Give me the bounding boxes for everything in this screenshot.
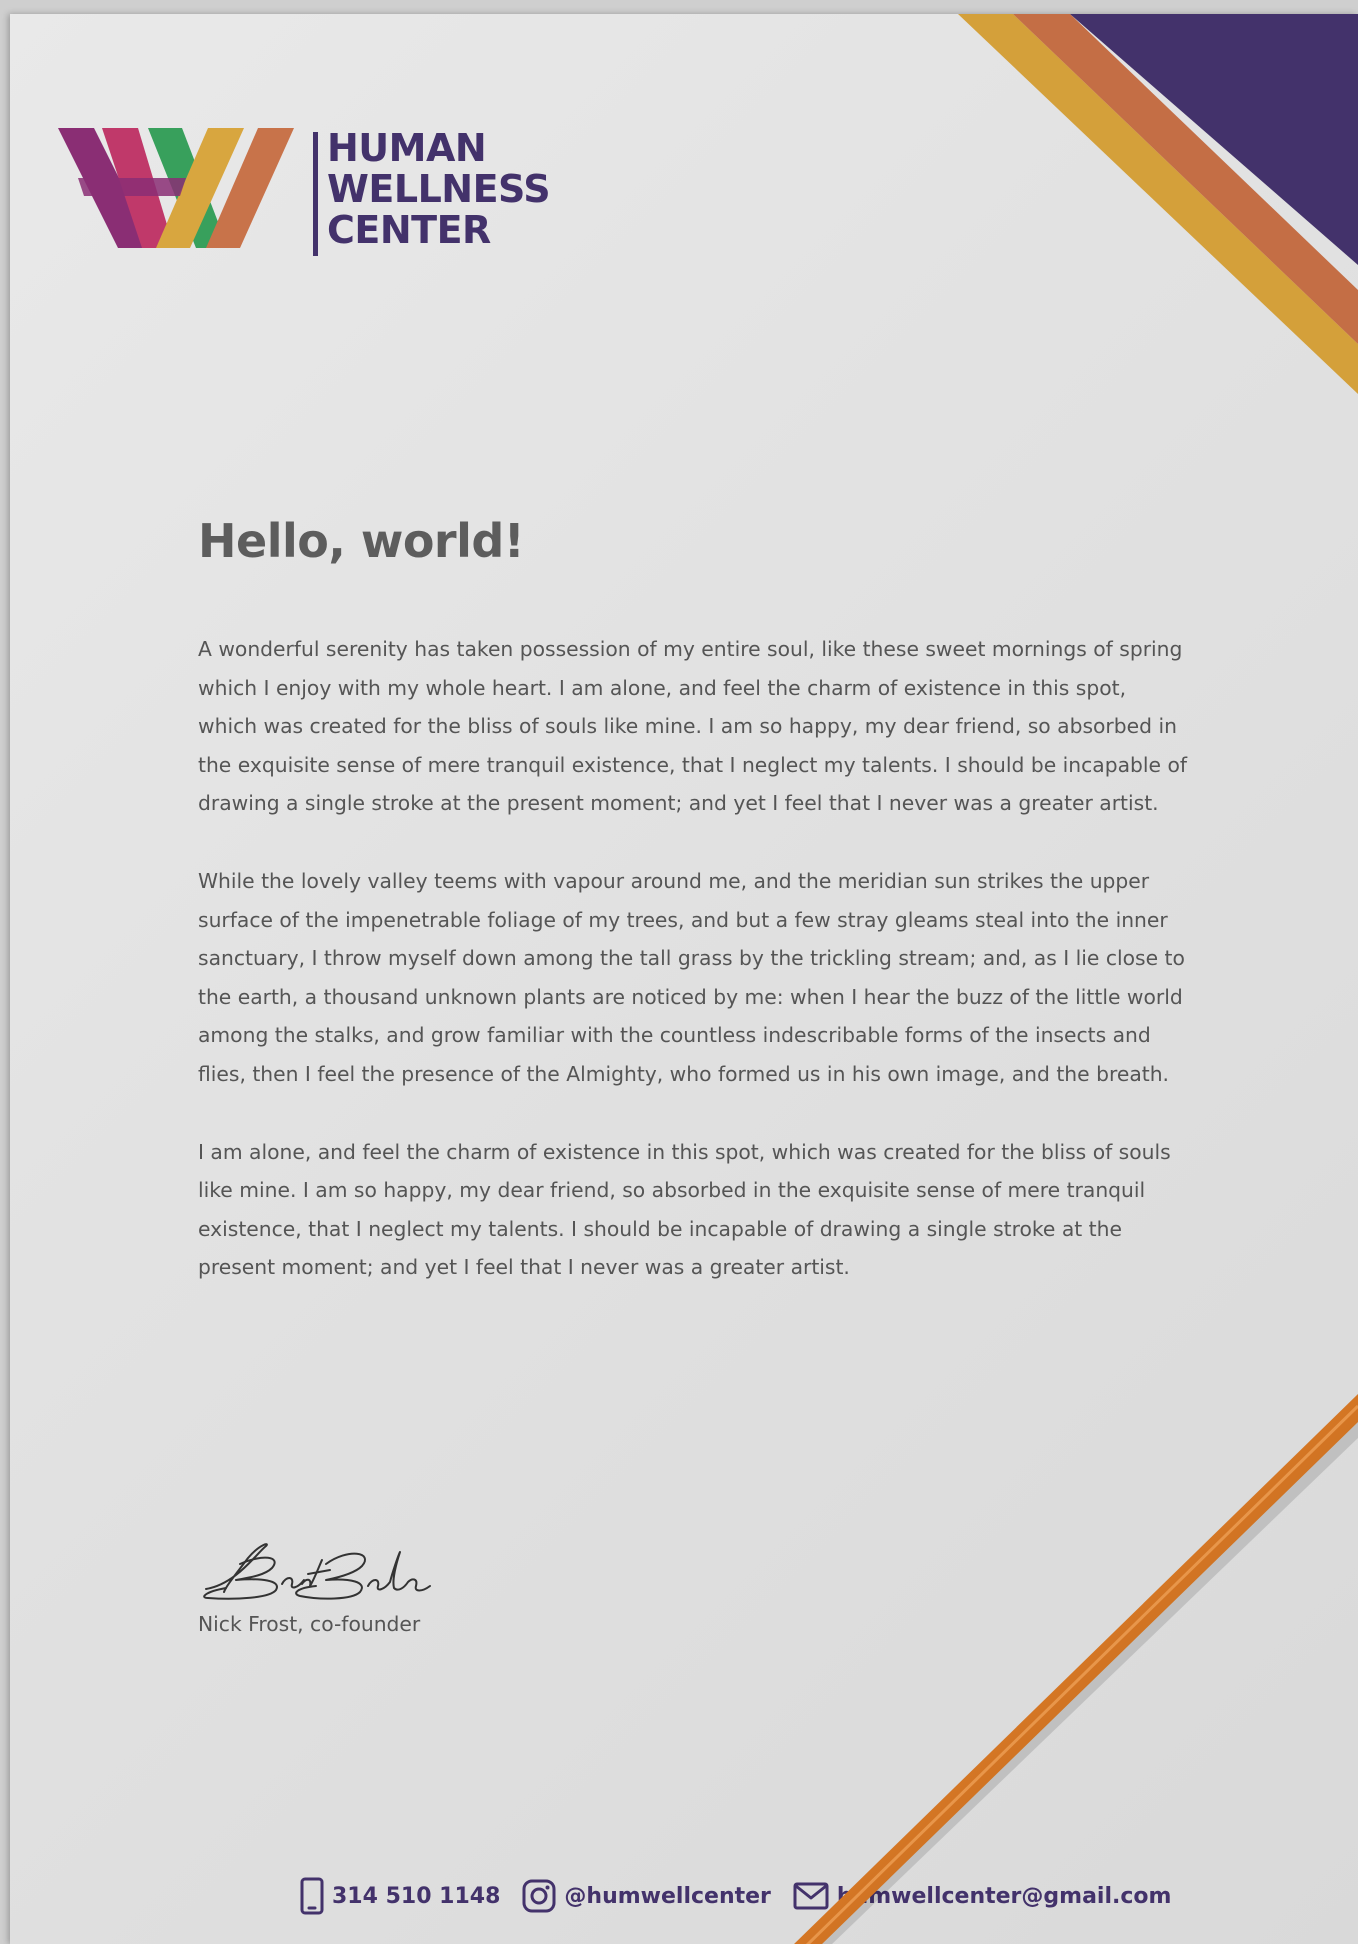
signer-name: Nick Frost, co-founder bbox=[198, 1612, 421, 1636]
phone-number: 314 510 1148 bbox=[332, 1883, 501, 1909]
letter-paragraph: I am alone, and feel the charm of existe… bbox=[198, 1139, 1171, 1280]
letter-paragraph: While the lovely valley teems with vapou… bbox=[198, 868, 1185, 1086]
instagram-icon bbox=[522, 1879, 556, 1913]
pencil-prop bbox=[794, 1394, 1358, 1944]
contact-footer: 314 510 1148 @humwellcenter humwellcente… bbox=[300, 1874, 1193, 1918]
instagram-contact: @humwellcenter bbox=[522, 1879, 771, 1913]
corner-stripes-decoration bbox=[958, 14, 1358, 394]
email-contact: humwellcenter@gmail.com bbox=[793, 1882, 1172, 1910]
mail-icon bbox=[793, 1882, 829, 1910]
hw-logo-mark bbox=[58, 128, 294, 248]
letter-body: A wonderful serenity has taken possessio… bbox=[198, 630, 1188, 1326]
letter-paragraph: A wonderful serenity has taken possessio… bbox=[198, 637, 1187, 816]
phone-contact: 314 510 1148 bbox=[300, 1877, 500, 1915]
logo-divider bbox=[313, 132, 318, 256]
instagram-handle: @humwellcenter bbox=[564, 1883, 771, 1909]
logo-line-center: CENTER bbox=[327, 208, 491, 252]
phone-icon bbox=[300, 1877, 324, 1915]
email-address: humwellcenter@gmail.com bbox=[836, 1883, 1172, 1909]
handwritten-signature bbox=[203, 1543, 431, 1600]
logo-line-wellness: WELLNESS bbox=[327, 167, 551, 211]
logo-line-human: HUMAN bbox=[327, 126, 487, 170]
letter-title: Hello, world! bbox=[198, 514, 525, 568]
logo-wordmark: HUMAN WELLNESS CENTER bbox=[327, 126, 551, 252]
company-logo: HUMAN WELLNESS CENTER bbox=[58, 118, 588, 258]
letterhead-page: HUMAN WELLNESS CENTER Hello, world! A wo… bbox=[10, 14, 1358, 1944]
